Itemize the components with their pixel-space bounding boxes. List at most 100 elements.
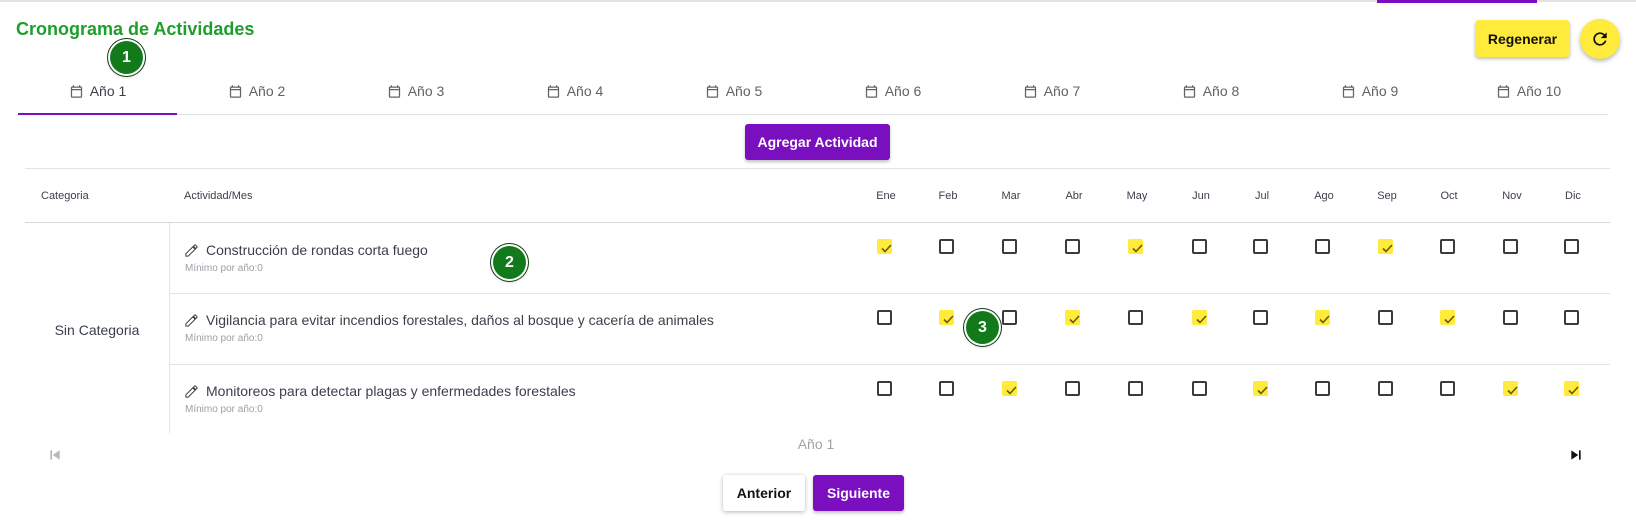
month-checkbox[interactable] [1192, 239, 1207, 254]
refresh-icon [1590, 29, 1610, 49]
tab-year-5[interactable]: Año 5 [654, 68, 813, 114]
column-header-month: Jun [1192, 190, 1210, 202]
column-header-month: Oct [1440, 190, 1458, 202]
month-checkbox[interactable] [1378, 239, 1393, 254]
tab-year-10[interactable]: Año 10 [1449, 68, 1608, 114]
pager-label: Año 1 [797, 436, 835, 452]
month-checkbox[interactable] [1253, 381, 1268, 396]
calendar-icon [387, 84, 402, 99]
tab-year-8[interactable]: Año 8 [1131, 68, 1290, 114]
previous-button[interactable]: Anterior [723, 475, 805, 511]
month-checkbox[interactable] [1564, 310, 1579, 325]
column-header-month: Mar [1001, 190, 1021, 202]
tab-label: Año 4 [566, 83, 604, 99]
tab-year-6[interactable]: Año 6 [813, 68, 972, 114]
year-tabs: Año 1 Año 2 Año 3 Año 4 Año 5 Año 6 Año … [18, 68, 1608, 115]
tab-label: Año 2 [248, 83, 286, 99]
month-checkbox[interactable] [877, 381, 892, 396]
month-checkbox[interactable] [1128, 381, 1143, 396]
add-activity-button[interactable]: Agregar Actividad [745, 124, 890, 160]
table-top-border [25, 168, 1610, 169]
edit-icon[interactable] [184, 384, 199, 399]
first-page-icon[interactable] [47, 447, 63, 468]
activity-minimum: Mínimo por año:0 [185, 404, 263, 415]
month-checkbox[interactable] [1440, 381, 1455, 396]
month-checkbox[interactable] [939, 381, 954, 396]
month-checkbox[interactable] [1503, 239, 1518, 254]
month-checkbox[interactable] [1253, 239, 1268, 254]
month-checkbox[interactable] [1065, 310, 1080, 325]
calendar-icon [546, 84, 561, 99]
refresh-button[interactable] [1580, 19, 1620, 59]
month-checkbox[interactable] [877, 310, 892, 325]
tab-year-1[interactable]: Año 1 [18, 68, 177, 115]
edit-icon[interactable] [184, 243, 199, 258]
tab-year-7[interactable]: Año 7 [972, 68, 1131, 114]
month-checkbox[interactable] [1440, 310, 1455, 325]
month-checkbox[interactable] [1128, 239, 1143, 254]
month-checkbox[interactable] [1192, 381, 1207, 396]
row-divider [170, 364, 1610, 365]
calendar-icon [228, 84, 243, 99]
column-header-month: Ene [876, 190, 896, 202]
calendar-icon [864, 84, 879, 99]
month-checkbox[interactable] [939, 310, 954, 325]
month-checkbox[interactable] [877, 239, 892, 254]
column-header-activity: Actividad/Mes [184, 190, 253, 202]
month-checkbox[interactable] [1315, 310, 1330, 325]
tab-year-2[interactable]: Año 2 [177, 68, 336, 114]
month-checkbox[interactable] [1564, 381, 1579, 396]
calendar-icon [1496, 84, 1511, 99]
month-checkbox[interactable] [1002, 239, 1017, 254]
month-checkbox[interactable] [1378, 381, 1393, 396]
column-header-category: Categoria [41, 190, 89, 202]
tab-label: Año 5 [725, 83, 763, 99]
tab-label: Año 10 [1516, 83, 1562, 99]
month-checkbox[interactable] [1503, 310, 1518, 325]
column-header-month: Abr [1065, 190, 1083, 202]
category-label: Sin Categoria [54, 322, 140, 338]
tab-label: Año 6 [884, 83, 922, 99]
month-checkbox[interactable] [1002, 381, 1017, 396]
calendar-icon [1023, 84, 1038, 99]
activity-name: Construcción de rondas corta fuego [206, 242, 428, 258]
edit-icon[interactable] [184, 313, 199, 328]
activity-row-3: Monitoreos para detectar plagas y enferm… [184, 383, 576, 415]
tab-year-9[interactable]: Año 9 [1290, 68, 1449, 114]
month-checkbox[interactable] [1564, 239, 1579, 254]
activity-minimum: Mínimo por año:0 [185, 263, 263, 274]
activity-name: Monitoreos para detectar plagas y enferm… [206, 383, 576, 399]
month-checkbox[interactable] [1503, 381, 1518, 396]
month-checkbox[interactable] [1315, 381, 1330, 396]
column-header-month: Dic [1565, 190, 1581, 202]
month-checkbox[interactable] [1440, 239, 1455, 254]
tab-year-4[interactable]: Año 4 [495, 68, 654, 114]
month-checkbox[interactable] [939, 239, 954, 254]
month-checkbox[interactable] [1128, 310, 1143, 325]
last-page-icon[interactable] [1568, 447, 1584, 468]
table-header-border [25, 222, 1610, 223]
column-header-month: May [1126, 190, 1148, 202]
calendar-icon [1182, 84, 1197, 99]
month-checkbox[interactable] [1065, 239, 1080, 254]
tab-year-3[interactable]: Año 3 [336, 68, 495, 114]
activity-row-1: Construcción de rondas corta fuego Mínim… [184, 242, 428, 274]
regenerate-button[interactable]: Regenerar [1475, 20, 1570, 57]
activity-minimum: Mínimo por año:0 [185, 333, 263, 344]
calendar-icon [705, 84, 720, 99]
month-checkbox[interactable] [1253, 310, 1268, 325]
activity-row-2: Vigilancia para evitar incendios foresta… [184, 312, 714, 344]
next-button[interactable]: Siguiente [813, 475, 904, 511]
category-divider [169, 223, 170, 433]
month-checkbox[interactable] [1192, 310, 1207, 325]
column-header-month: Ago [1314, 190, 1334, 202]
column-header-month: Sep [1377, 190, 1397, 202]
month-checkbox[interactable] [1002, 310, 1017, 325]
row-divider [170, 293, 1610, 294]
month-checkbox[interactable] [1315, 239, 1330, 254]
column-header-month: Nov [1502, 190, 1522, 202]
column-header-month: Feb [938, 190, 958, 202]
month-checkbox[interactable] [1065, 381, 1080, 396]
tab-label: Año 8 [1202, 83, 1240, 99]
month-checkbox[interactable] [1378, 310, 1393, 325]
